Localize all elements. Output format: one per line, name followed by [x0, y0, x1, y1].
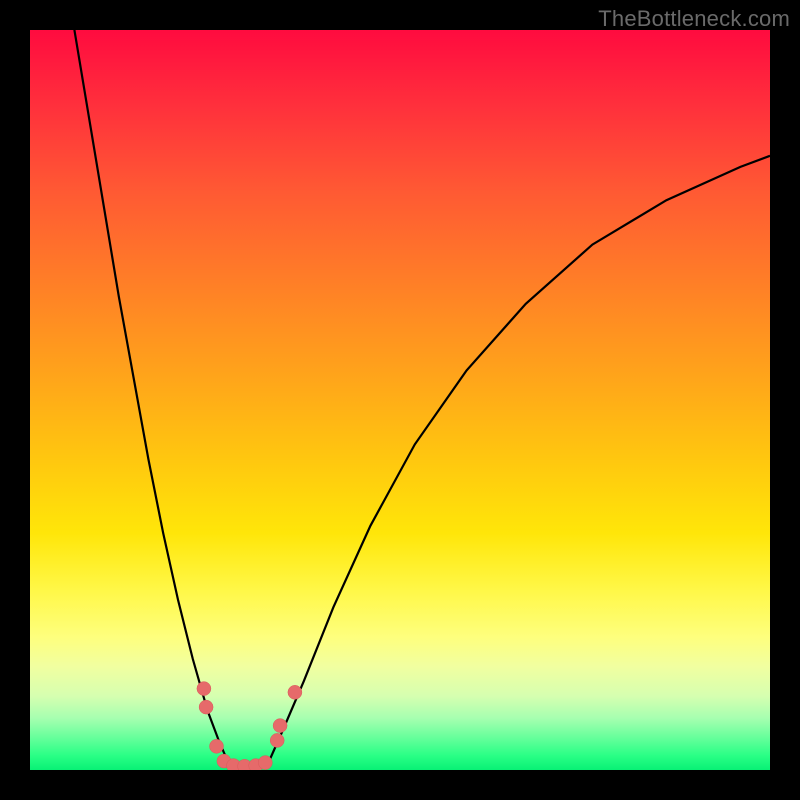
plot-area [30, 30, 770, 770]
curve-left-branch [74, 30, 229, 766]
curve-right-branch [267, 156, 770, 767]
data-marker [210, 739, 224, 753]
data-marker [258, 756, 272, 770]
data-marker [273, 719, 287, 733]
watermark-text: TheBottleneck.com [598, 6, 790, 32]
data-marker [288, 685, 302, 699]
chart-frame: TheBottleneck.com [0, 0, 800, 800]
data-marker [197, 682, 211, 696]
data-marker [270, 733, 284, 747]
data-marker [199, 700, 213, 714]
curve-layer [30, 30, 770, 770]
